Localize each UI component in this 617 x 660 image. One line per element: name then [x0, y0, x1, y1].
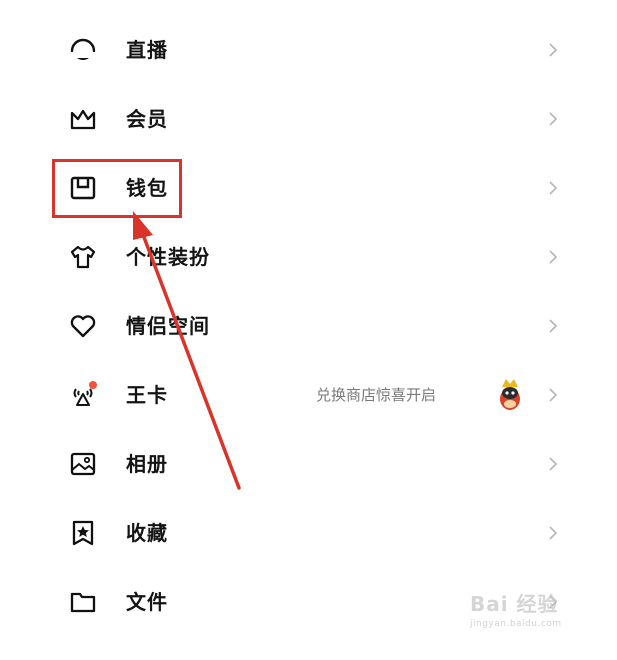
- chevron-right-icon: [547, 594, 559, 610]
- chevron-right-icon: [547, 42, 559, 58]
- menu-item-couple-space[interactable]: 情侣空间: [0, 292, 617, 360]
- tshirt-icon: [68, 242, 98, 272]
- menu-item-label: 会员: [126, 107, 168, 131]
- menu-item-label: 王卡: [126, 383, 168, 407]
- chevron-right-icon: [547, 318, 559, 334]
- chevron-right-icon: [547, 456, 559, 472]
- crown-icon: [68, 104, 98, 134]
- menu-item-live[interactable]: 直播: [0, 16, 617, 84]
- menu-item-wallet[interactable]: 钱包: [0, 154, 617, 222]
- menu-item-label: 情侣空间: [126, 314, 210, 338]
- menu-item-membership[interactable]: 会员: [0, 85, 617, 153]
- photo-album-icon: [68, 449, 98, 479]
- menu-item-label: 收藏: [126, 521, 168, 545]
- menu-item-personalize[interactable]: 个性装扮: [0, 223, 617, 291]
- chevron-right-icon: [547, 249, 559, 265]
- mascot-icon: [490, 375, 530, 415]
- menu-item-label: 个性装扮: [126, 245, 210, 269]
- chevron-right-icon: [547, 525, 559, 541]
- settings-menu: 直播 会员 钱包 个性装扮 情侣空间 王卡 兑换商店惊喜开启 相册 收藏 文件: [0, 0, 617, 660]
- chevron-right-icon: [547, 111, 559, 127]
- chevron-right-icon: [547, 387, 559, 403]
- menu-item-favorites[interactable]: 收藏: [0, 499, 617, 567]
- live-icon: [68, 35, 98, 65]
- promo-hint-text: 兑换商店惊喜开启: [316, 386, 437, 404]
- menu-item-label: 相册: [126, 452, 168, 476]
- menu-item-files[interactable]: 文件: [0, 568, 617, 636]
- chevron-right-icon: [547, 180, 559, 196]
- bookmark-star-icon: [68, 518, 98, 548]
- wallet-icon: [68, 173, 98, 203]
- signal-tower-icon: [68, 380, 98, 410]
- folder-icon: [68, 587, 98, 617]
- menu-item-album[interactable]: 相册: [0, 430, 617, 498]
- menu-item-label: 文件: [126, 590, 168, 614]
- menu-item-king-card[interactable]: 王卡 兑换商店惊喜开启: [0, 361, 617, 429]
- menu-item-label: 钱包: [126, 176, 168, 200]
- heart-icon: [68, 311, 98, 341]
- menu-item-label: 直播: [126, 38, 168, 62]
